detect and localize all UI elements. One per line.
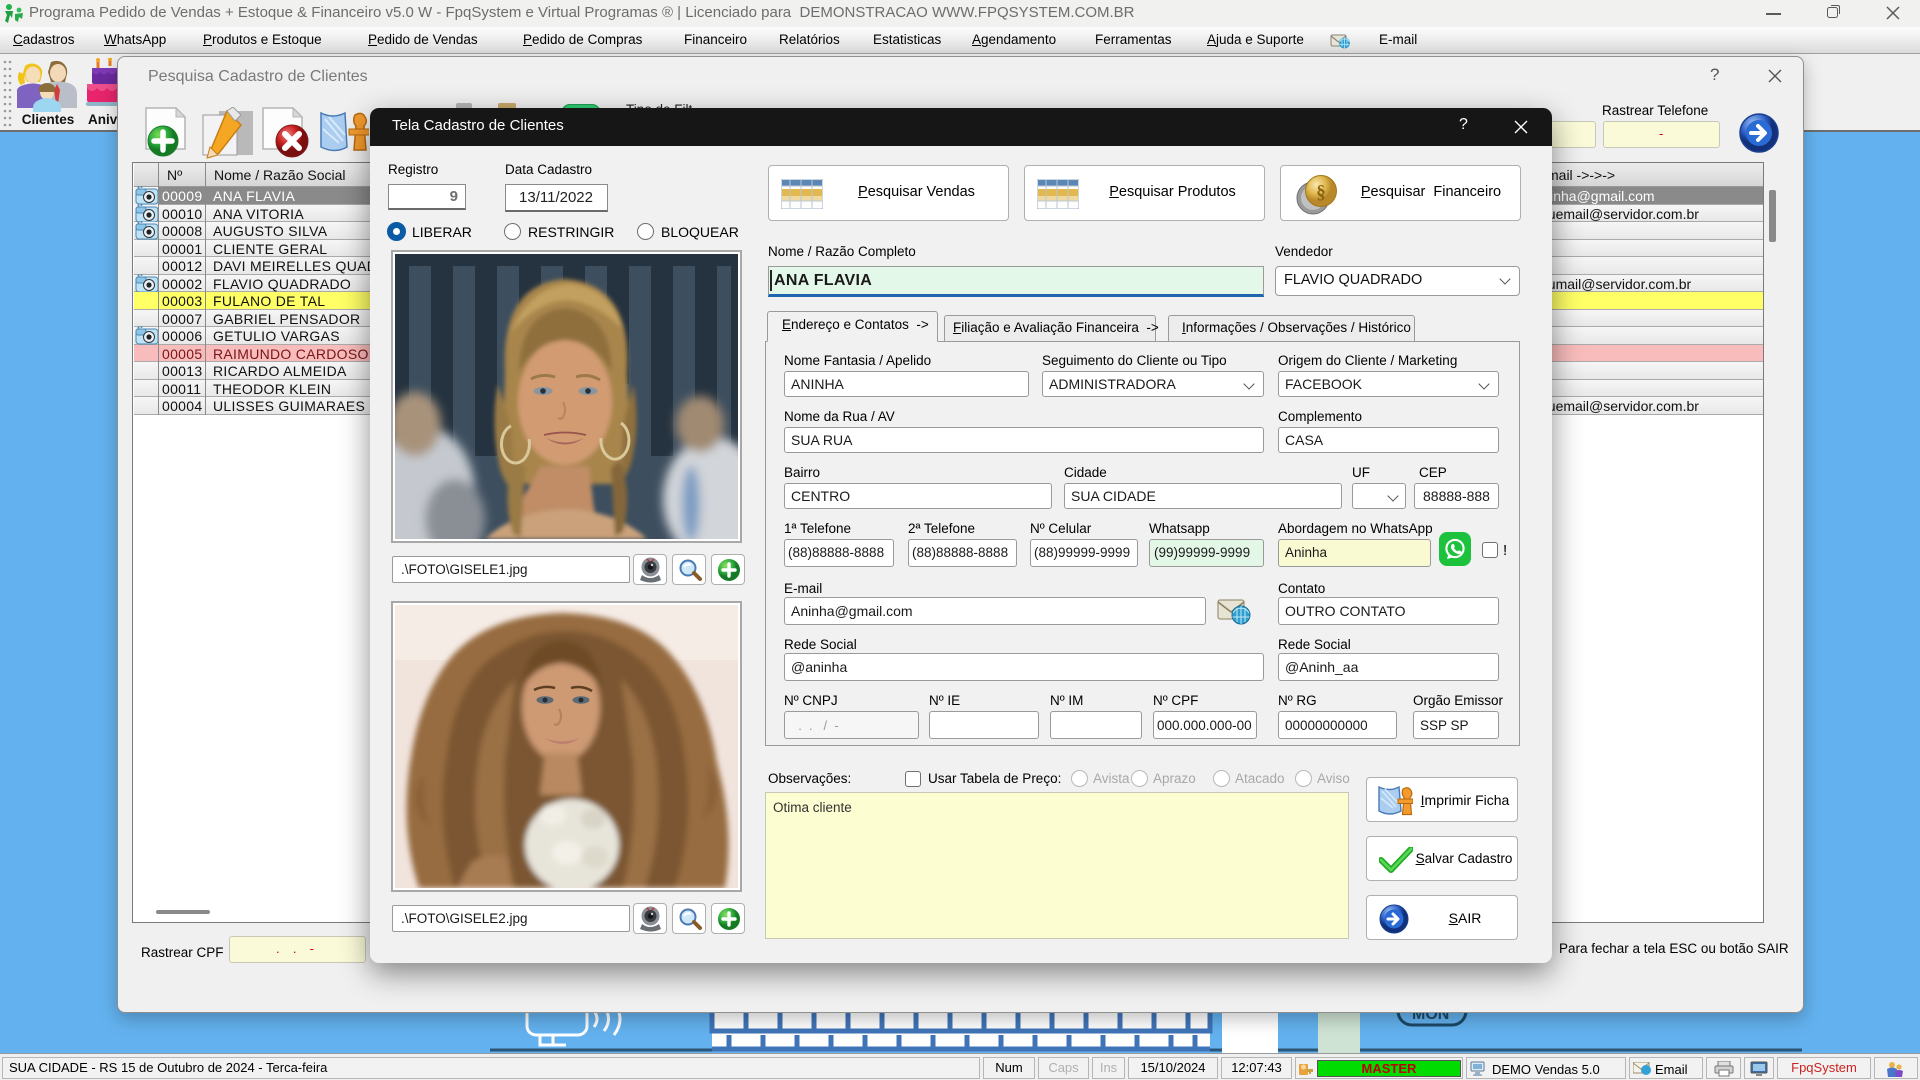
svg-text:§: § (1316, 182, 1326, 203)
